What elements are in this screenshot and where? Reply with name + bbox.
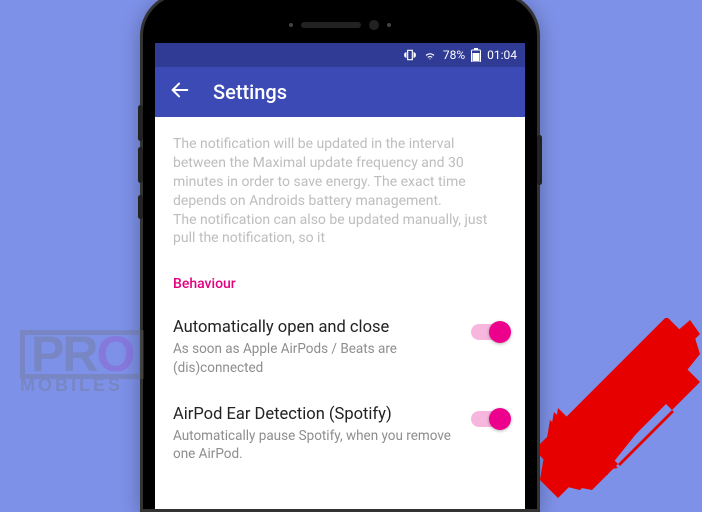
page-title: Settings <box>213 80 287 104</box>
setting-auto-open-close[interactable]: Automatically open and close As soon as … <box>173 308 507 394</box>
vibrate-icon <box>403 48 417 62</box>
phone-bezel: 78% 01:04 Settings The notification will… <box>155 7 525 509</box>
screen: 78% 01:04 Settings The notification will… <box>155 43 525 509</box>
battery-percent: 78% <box>443 48 465 62</box>
watermark-text-2: O <box>96 326 133 382</box>
volume-up-button[interactable] <box>138 105 143 141</box>
setting-ear-detection[interactable]: AirPod Ear Detection (Spotify) Automatic… <box>173 395 507 493</box>
battery-icon <box>471 48 481 62</box>
info-text: The notification will be updated in the … <box>173 135 507 248</box>
wifi-icon <box>423 48 437 62</box>
setting-title: Automatically open and close <box>173 318 451 337</box>
watermark: PRO MOBILES <box>20 330 144 396</box>
clock: 01:04 <box>487 48 517 62</box>
watermark-text-1: PR <box>31 326 96 382</box>
watermark-text-3: MOBILES <box>20 375 144 396</box>
setting-subtitle: Automatically pause Spotify, when you re… <box>173 427 451 463</box>
content-area: The notification will be updated in the … <box>155 117 525 509</box>
toggle-auto-open-close[interactable] <box>471 324 507 340</box>
volume-down-button[interactable] <box>138 147 143 183</box>
notch <box>155 7 525 43</box>
side-button[interactable] <box>138 195 143 219</box>
annotation-arrow-icon <box>540 320 700 500</box>
status-bar: 78% 01:04 <box>155 43 525 67</box>
phone-frame: 78% 01:04 Settings The notification will… <box>140 0 540 512</box>
app-bar: Settings <box>155 67 525 117</box>
annotation-arrow-icon <box>548 318 702 498</box>
back-icon[interactable] <box>169 79 191 105</box>
setting-title: AirPod Ear Detection (Spotify) <box>173 405 451 424</box>
section-header-behaviour: Behaviour <box>173 276 507 292</box>
setting-subtitle: As soon as Apple AirPods / Beats are (di… <box>173 340 451 376</box>
power-button[interactable] <box>537 135 542 185</box>
toggle-ear-detection[interactable] <box>471 411 507 427</box>
